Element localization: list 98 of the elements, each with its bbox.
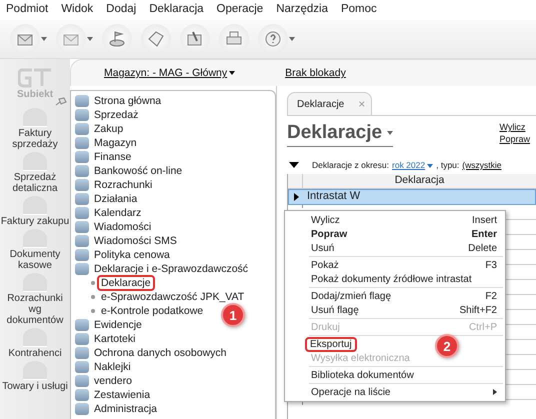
- module-icon: [23, 361, 47, 380]
- module-icon: [75, 123, 89, 135]
- tree-item[interactable]: Zestawienia: [75, 388, 275, 402]
- module-icon: [23, 108, 47, 127]
- tree-item[interactable]: Wiadomości: [75, 220, 275, 234]
- tree-item[interactable]: Rozrachunki: [75, 178, 275, 192]
- logo-icon: [18, 67, 52, 89]
- collapse-icon[interactable]: [289, 162, 299, 168]
- menu-item[interactable]: Dodaj: [106, 3, 136, 17]
- caret-icon: [87, 37, 93, 41]
- step-badge: 2: [435, 334, 459, 358]
- tree-item[interactable]: Zakup: [75, 122, 275, 136]
- sidebar-item[interactable]: Rozrachunki wg dokumentów: [0, 273, 70, 326]
- module-icon: [75, 137, 89, 149]
- menu-item[interactable]: Usuń flagę Shift+F2: [285, 303, 505, 317]
- tree-item[interactable]: Ochrona danych osobowych: [75, 346, 275, 360]
- menu-item[interactable]: Dodaj/zmień flagę F2: [285, 289, 505, 303]
- module-icon: [23, 229, 47, 248]
- pin-icon[interactable]: [55, 97, 67, 107]
- module-icon: [75, 165, 89, 177]
- tree-item[interactable]: Strona główna: [75, 94, 275, 108]
- menu-item[interactable]: Operacje na liście: [285, 385, 505, 399]
- menu-item[interactable]: Pokaż dokumenty źródłowe intrastat: [285, 272, 505, 286]
- tree-item[interactable]: Deklaracje: [97, 275, 155, 291]
- tree-item[interactable]: Naklejki: [75, 360, 275, 374]
- tree-item[interactable]: Polityka cenowa: [75, 248, 275, 262]
- bullet-icon: [91, 309, 95, 313]
- tree-item[interactable]: e-Sprawozdawczość JPK_VAT: [101, 291, 244, 303]
- menu-item[interactable]: Podmiot: [6, 3, 48, 17]
- module-icon: [23, 196, 47, 215]
- menu-item[interactable]: Operacje: [216, 3, 264, 17]
- module-icon: [75, 319, 89, 331]
- module-icon: [75, 361, 89, 373]
- caret-icon: [387, 130, 394, 135]
- sidebar-item[interactable]: Faktury zakupu: [0, 196, 70, 227]
- module-icon: [75, 207, 89, 219]
- sidebar-item[interactable]: Sprzedaż detaliczna: [0, 152, 70, 194]
- module-icon: [75, 403, 89, 415]
- tree-item[interactable]: Działania: [75, 192, 275, 206]
- type-link[interactable]: (wszystkie: [462, 160, 502, 170]
- menu-item[interactable]: Pomoc: [340, 3, 377, 17]
- row-pointer-icon: [294, 193, 298, 201]
- tree-item[interactable]: Administracja: [75, 402, 275, 416]
- page-title[interactable]: Deklaracje: [287, 122, 394, 147]
- sidebar-item[interactable]: Dokumenty kasowe: [0, 229, 70, 271]
- table-row[interactable]: Intrastat W: [288, 189, 536, 205]
- module-icon: [75, 151, 89, 163]
- module-icon: [75, 389, 89, 401]
- caret-icon: [289, 37, 295, 41]
- action-link[interactable]: Wylicz: [499, 122, 530, 132]
- module-icon: [23, 273, 47, 292]
- tab[interactable]: Deklaracje ×: [287, 92, 372, 115]
- tree-item[interactable]: Wiadomości SMS: [75, 234, 275, 248]
- tree-item[interactable]: Magazyn: [75, 136, 275, 150]
- logo-text: Subiekt: [16, 89, 54, 100]
- filter-label: Deklaracje z okresu:: [312, 160, 390, 170]
- module-icon: [23, 152, 47, 171]
- bullet-icon: [91, 295, 95, 299]
- caret-icon: [41, 37, 47, 41]
- module-icon: [75, 333, 89, 345]
- module-icon: [75, 235, 89, 247]
- menu-item[interactable]: Deklaracja: [149, 3, 204, 17]
- module-icon: [75, 109, 89, 121]
- sidebar-item[interactable]: Faktury sprzedaży: [0, 108, 70, 150]
- tree-item[interactable]: e-Kontrole podatkowe: [101, 305, 204, 317]
- menu-item[interactable]: Narzędzia: [276, 3, 328, 17]
- filter-label: , typu:: [436, 160, 460, 170]
- menu-item[interactable]: Widok: [61, 3, 94, 17]
- sidebar-item[interactable]: Towary i usługi: [0, 361, 70, 392]
- period-link[interactable]: rok 2022: [392, 160, 434, 170]
- bullet-icon: [91, 281, 95, 285]
- tree-item[interactable]: Kalendarz: [75, 206, 275, 220]
- tree-item[interactable]: Sprzedaż: [75, 108, 275, 122]
- tree-item[interactable]: Deklaracje i e-Sprawozdawczość: [75, 262, 275, 276]
- module-icon: [75, 179, 89, 191]
- step-badge: 1: [221, 303, 245, 327]
- tree-item[interactable]: vendero: [75, 374, 275, 388]
- tree-item[interactable]: Bankowość on-line: [75, 164, 275, 178]
- menu-item[interactable]: Wylicz Insert: [285, 213, 505, 227]
- module-icon: [75, 221, 89, 233]
- menu-item[interactable]: Biblioteka dokumentów: [285, 368, 505, 382]
- module-icon: [23, 328, 47, 347]
- warehouse-link[interactable]: Magazyn: - MAG - Główny: [104, 67, 236, 79]
- menu-item[interactable]: Popraw Enter: [285, 227, 505, 241]
- module-icon: [75, 347, 89, 359]
- module-icon: [75, 249, 89, 261]
- sidebar-item[interactable]: Kontrahenci: [0, 328, 70, 359]
- module-icon: [75, 193, 89, 205]
- menu-item[interactable]: Pokaż F3: [285, 258, 505, 272]
- module-icon: [75, 95, 89, 107]
- menu-item[interactable]: Usuń Delete: [285, 241, 505, 255]
- module-icon: [75, 375, 89, 387]
- lock-link[interactable]: Brak blokady: [285, 67, 346, 79]
- action-link[interactable]: Popraw: [499, 134, 530, 144]
- tree-item[interactable]: Kartoteki: [75, 332, 275, 346]
- submenu-arrow-icon: [493, 389, 497, 395]
- tree-item[interactable]: Finanse: [75, 150, 275, 164]
- module-icon: [75, 263, 89, 275]
